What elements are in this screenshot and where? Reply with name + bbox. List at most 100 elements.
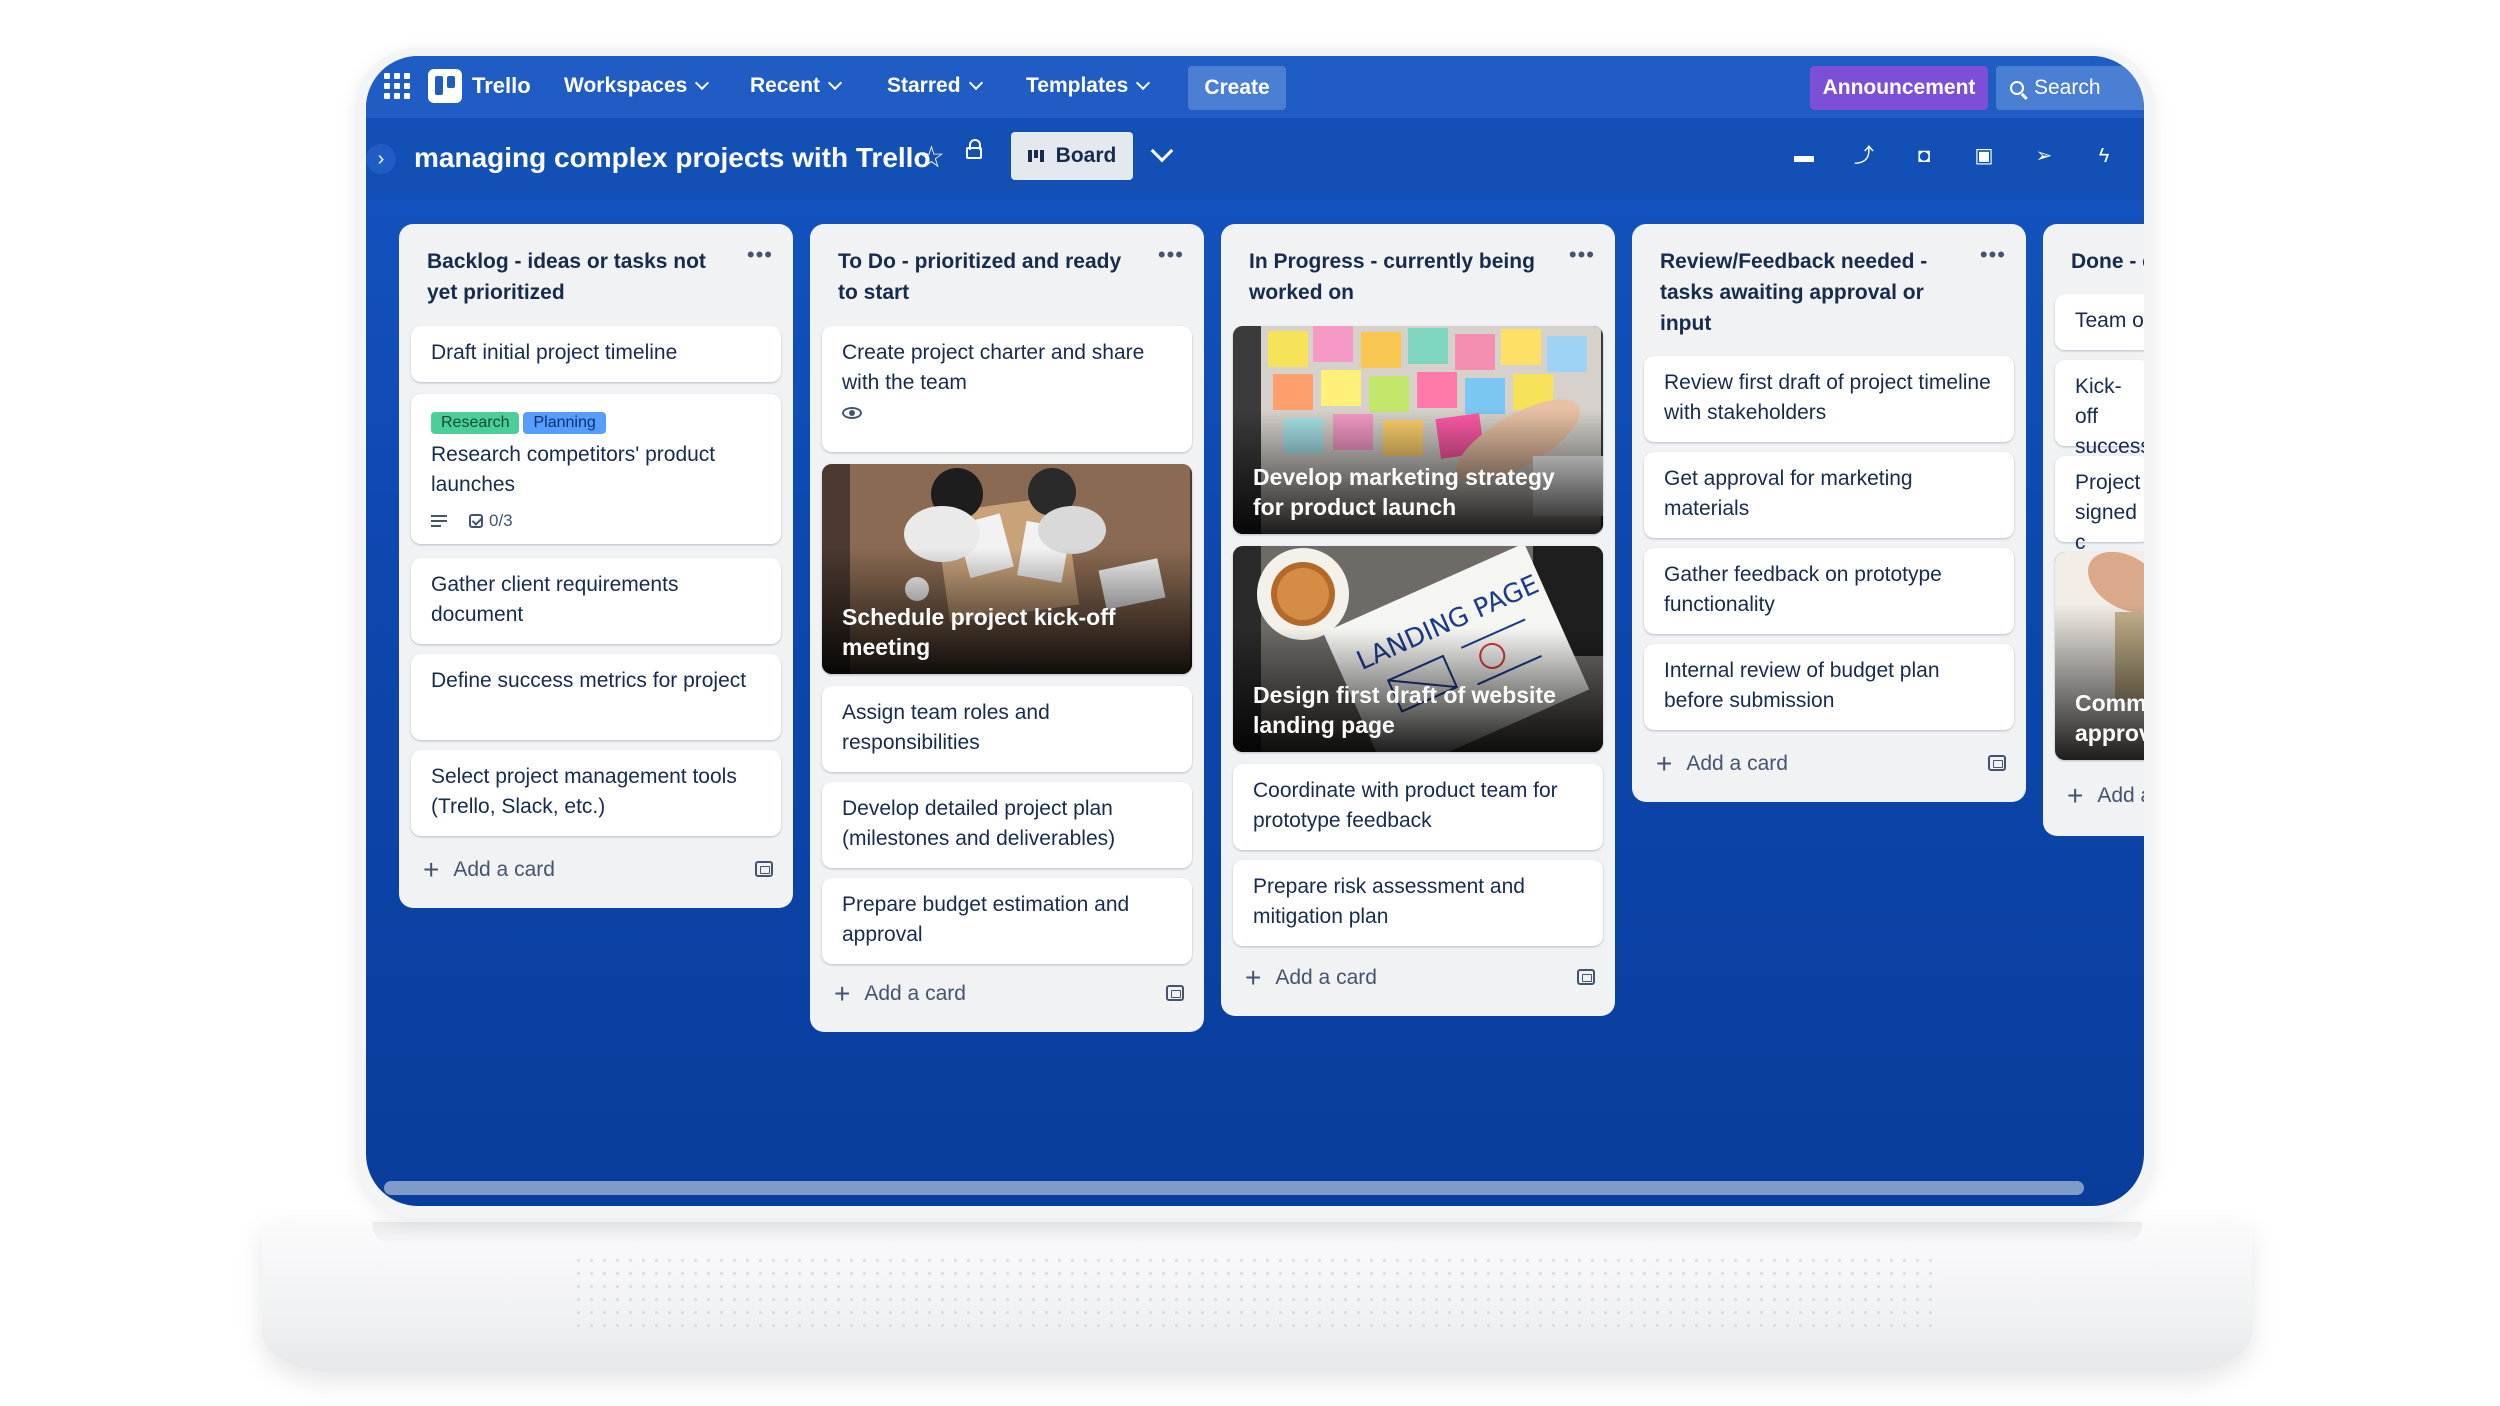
card[interactable]: Draft initial project timeline (411, 326, 781, 382)
card[interactable]: Team or (2055, 294, 2144, 350)
board-view-label: Board (1055, 144, 1117, 167)
list-title[interactable]: To Do - prioritized and ready to start (810, 224, 1204, 308)
card[interactable]: Gather client requirements document (411, 558, 781, 644)
board-view-icon (1027, 150, 1044, 162)
card-title: Research competitors' product launches (431, 443, 716, 496)
laptop-keyboard (572, 1254, 1942, 1334)
more-icon[interactable]: ••• (1158, 242, 1184, 268)
label-planning[interactable]: Planning (523, 412, 606, 434)
add-card-button[interactable]: + Add a (2067, 780, 2144, 811)
list-title[interactable]: Done - c (2043, 224, 2144, 277)
card-with-cover[interactable]: Comm approv (2055, 552, 2144, 760)
card-title: Team or (2075, 309, 2144, 332)
card-template-icon[interactable] (1577, 969, 1595, 985)
card-title: Develop marketing strategy for product l… (1253, 464, 1555, 520)
plus-icon: + (2067, 780, 2084, 811)
add-card-label: Add a (2097, 784, 2144, 807)
add-card-button[interactable]: + Add a card (423, 854, 773, 885)
list-title[interactable]: In Progress - currently being worked on (1221, 224, 1615, 308)
announcement-button[interactable]: Announcement (1810, 66, 1988, 110)
card[interactable]: Project signed c (2055, 456, 2144, 554)
card-title: Create project charter and share with th… (842, 341, 1145, 394)
plus-icon: + (423, 854, 440, 885)
card[interactable]: Coordinate with product team for prototy… (1233, 764, 1603, 850)
card[interactable]: Internal review of budget plan before su… (1644, 644, 2014, 730)
chevron-down-icon[interactable] (1150, 139, 1174, 163)
list-backlog: Backlog - ideas or tasks not yet priorit… (399, 224, 793, 908)
board-view-button[interactable]: Board (1011, 132, 1133, 180)
description-icon (431, 515, 447, 527)
card[interactable]: Research Planning Research competitors' p… (411, 394, 781, 544)
nav-recent[interactable]: Recent (750, 74, 843, 98)
card-title: Gather client requirements document (431, 573, 679, 626)
search-icon (2010, 81, 2024, 95)
label-research[interactable]: Research (431, 412, 520, 434)
member-icon[interactable]: ▣ (1972, 144, 1996, 168)
card-title: Define success metrics for project (431, 669, 747, 692)
card[interactable]: Develop detailed project plan (milestone… (822, 782, 1192, 868)
card[interactable]: Kick-off success (2055, 360, 2144, 458)
card[interactable]: Prepare risk assessment and mitigation p… (1233, 860, 1603, 946)
lightning-icon[interactable]: ϟ (2092, 144, 2116, 168)
visibility-lock-icon[interactable] (966, 139, 982, 159)
nav-starred[interactable]: Starred (887, 74, 983, 98)
list-review-feedback: Review/Feedback needed - tasks awaiting … (1632, 224, 2026, 802)
card-title: Draft initial project timeline (431, 341, 678, 364)
nav-templates[interactable]: Templates (1026, 74, 1151, 98)
create-button[interactable]: Create (1188, 66, 1286, 110)
more-icon[interactable]: ••• (747, 242, 773, 268)
more-icon[interactable]: ••• (1980, 242, 2006, 268)
card-template-icon[interactable] (755, 861, 773, 877)
logo-text: Trello (472, 73, 531, 98)
search-input[interactable]: Search (1996, 66, 2144, 110)
card[interactable]: Assign team roles and responsibilities (822, 686, 1192, 772)
sidebar-expand-icon[interactable]: › (366, 144, 396, 174)
board-header: › managing complex projects with Trello … (366, 118, 2144, 198)
checklist-badge: 0/3 (469, 506, 513, 536)
card[interactable]: Define success metrics for project (411, 654, 781, 740)
add-card-button[interactable]: + Add a card (1656, 750, 2006, 778)
power-up-icon[interactable]: ▬ (1792, 144, 1816, 168)
star-icon[interactable]: ☆ (918, 140, 945, 175)
card-title: Kick-off success (2075, 375, 2144, 458)
card[interactable]: Select project management tools (Trello,… (411, 750, 781, 836)
card-title: Assign team roles and responsibilities (842, 701, 1050, 754)
chevron-down-icon (968, 75, 983, 91)
share-icon[interactable]: ➢ (2032, 144, 2056, 168)
chevron-down-icon (827, 75, 843, 91)
card-title: Comm approv (2075, 690, 2144, 746)
card[interactable]: Create project charter and share with th… (822, 326, 1192, 452)
trello-logo[interactable]: Trello (428, 69, 531, 103)
card-title: Develop detailed project plan (milestone… (842, 797, 1116, 850)
list-title[interactable]: Review/Feedback needed - tasks awaiting … (1632, 224, 2026, 339)
card[interactable]: Gather feedback on prototype functionali… (1644, 548, 2014, 634)
nav-recent-label: Recent (750, 74, 821, 97)
card-title: Design first draft of website landing pa… (1253, 682, 1556, 738)
top-nav: Trello Workspaces Recent Starred Templat… (366, 56, 2144, 118)
list-title[interactable]: Backlog - ideas or tasks not yet priorit… (399, 224, 793, 308)
add-card-label: Add a card (453, 858, 555, 881)
card-labels: Research Planning (431, 406, 761, 436)
automation-icon[interactable]: ⤴ (1852, 144, 1876, 168)
chevron-down-icon (695, 75, 710, 91)
card-with-cover[interactable]: Schedule project kick-off meeting (822, 464, 1192, 674)
more-icon[interactable]: ••• (1569, 242, 1595, 268)
list-done: Done - c Team or Kick-off success Projec… (2043, 224, 2144, 836)
checklist-count: 0/3 (489, 511, 513, 530)
card[interactable]: Get approval for marketing materials (1644, 452, 2014, 538)
board-title[interactable]: managing complex projects with Trello (414, 142, 931, 174)
app-screen: Trello Workspaces Recent Starred Templat… (366, 56, 2144, 1206)
card[interactable]: Prepare budget estimation and approval (822, 878, 1192, 964)
card-with-cover[interactable]: LANDING PAGE Design first draft of websi… (1233, 546, 1603, 752)
card-badges: 0/3 (431, 506, 761, 536)
add-card-button[interactable]: + Add a card (834, 980, 1184, 1008)
card[interactable]: Review first draft of project timeline w… (1644, 356, 2014, 442)
card-template-icon[interactable] (1166, 985, 1184, 1001)
card-template-icon[interactable] (1988, 755, 2006, 771)
app-switcher-icon[interactable] (384, 73, 410, 99)
card-with-cover[interactable]: Develop marketing strategy for product l… (1233, 326, 1603, 534)
add-card-button[interactable]: + Add a card (1245, 964, 1595, 992)
clipboard-icon[interactable]: ◘ (1912, 144, 1936, 168)
nav-workspaces[interactable]: Workspaces (564, 74, 710, 98)
horizontal-scrollbar[interactable] (384, 1181, 2084, 1195)
